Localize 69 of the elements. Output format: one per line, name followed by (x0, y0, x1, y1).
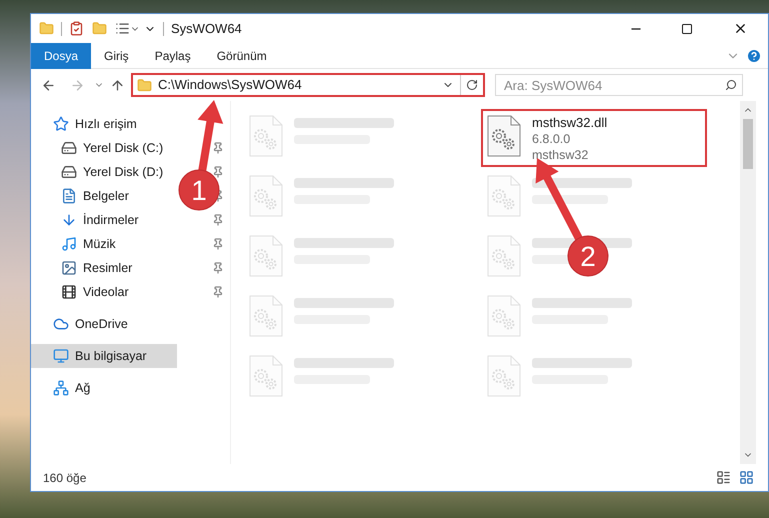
drive-icon (61, 140, 77, 156)
music-icon (61, 236, 77, 252)
dll-file-icon (487, 235, 521, 277)
nav-item[interactable]: Videolar (31, 280, 177, 304)
ribbon-tab[interactable]: Görünüm (204, 42, 280, 68)
search-field[interactable]: Ara: SysWOW64 (495, 74, 743, 96)
monitor-icon (53, 348, 69, 364)
dll-file-icon (487, 355, 521, 397)
film-icon (61, 284, 77, 300)
nav-item[interactable]: Yerel Disk (D:) (31, 160, 177, 184)
dll-file-icon (249, 295, 283, 337)
dll-file-icon (487, 115, 521, 157)
nav-label: Belgeler (83, 188, 129, 205)
help-icon[interactable] (746, 48, 762, 64)
nav-item[interactable]: İndirmeler (31, 208, 177, 232)
nav-label: Bu bilgisayar (75, 348, 147, 365)
network-icon (53, 380, 69, 396)
download-icon (61, 212, 77, 228)
nav-label: Ağ (75, 380, 90, 397)
details-view-icon[interactable] (716, 470, 731, 485)
star-icon (53, 116, 69, 132)
nav-label: Yerel Disk (D:) (83, 164, 164, 181)
file-item[interactable]: msthsw32.dll 6.8.0.0 msthsw32 (481, 109, 707, 167)
dll-file-icon (249, 175, 283, 217)
list-icon[interactable] (115, 21, 130, 36)
up-icon[interactable] (110, 78, 125, 92)
ribbon-tab[interactable]: Dosya (31, 42, 92, 68)
nav-item[interactable]: Müzik (31, 232, 177, 256)
maximize-icon[interactable] (681, 22, 693, 34)
dll-file-icon (487, 295, 521, 337)
nav-item[interactable]: Resimler (31, 256, 177, 280)
ribbon-tab[interactable]: Giriş (91, 42, 142, 68)
nav-label: Resimler (83, 260, 132, 277)
address-field[interactable]: C:\Windows\SysWOW64 (131, 73, 485, 97)
search-icon[interactable] (725, 79, 737, 91)
dll-file-icon (249, 235, 283, 277)
picture-icon (61, 260, 77, 276)
dll-file-icon (249, 355, 283, 397)
close-icon[interactable] (733, 21, 748, 36)
document-icon (61, 188, 77, 204)
scroll-thumb[interactable] (743, 119, 753, 169)
dll-file-icon (249, 115, 283, 157)
file-detail: 6.8.0.0 (532, 131, 572, 147)
nav-item[interactable]: Yerel Disk (C:) (31, 136, 177, 160)
drive-icon (61, 164, 77, 180)
nav-item[interactable]: Ağ (31, 376, 177, 400)
address-text: C:\Windows\SysWOW64 (158, 76, 303, 94)
nav-item[interactable]: Belgeler (31, 184, 177, 208)
scrollbar[interactable] (740, 101, 756, 464)
large-icons-view-icon[interactable] (739, 470, 754, 485)
nav-label: Yerel Disk (C:) (83, 140, 164, 157)
refresh-icon[interactable] (466, 79, 478, 91)
file-name: msthsw32.dll (532, 115, 608, 131)
nav-item[interactable]: Bu bilgisayar (31, 344, 177, 368)
nav-label: Hızlı erişim (75, 116, 137, 133)
nav-label: Videolar (83, 284, 129, 301)
properties-icon[interactable] (69, 21, 84, 36)
back-icon[interactable] (41, 78, 56, 92)
nav-item[interactable]: Hızlı erişim (31, 112, 177, 136)
item-count: 160 öğe (43, 470, 86, 486)
cloud-icon (53, 316, 69, 332)
nav-label: İndirmeler (83, 212, 139, 229)
nav-item[interactable]: OneDrive (31, 312, 177, 336)
folder-icon (137, 78, 152, 92)
ribbon-tab[interactable]: Paylaş (142, 42, 204, 68)
window-title: SysWOW64 (171, 20, 242, 38)
dll-file-icon (487, 175, 521, 217)
nav-label: OneDrive (75, 316, 128, 333)
nav-label: Müzik (83, 236, 116, 253)
